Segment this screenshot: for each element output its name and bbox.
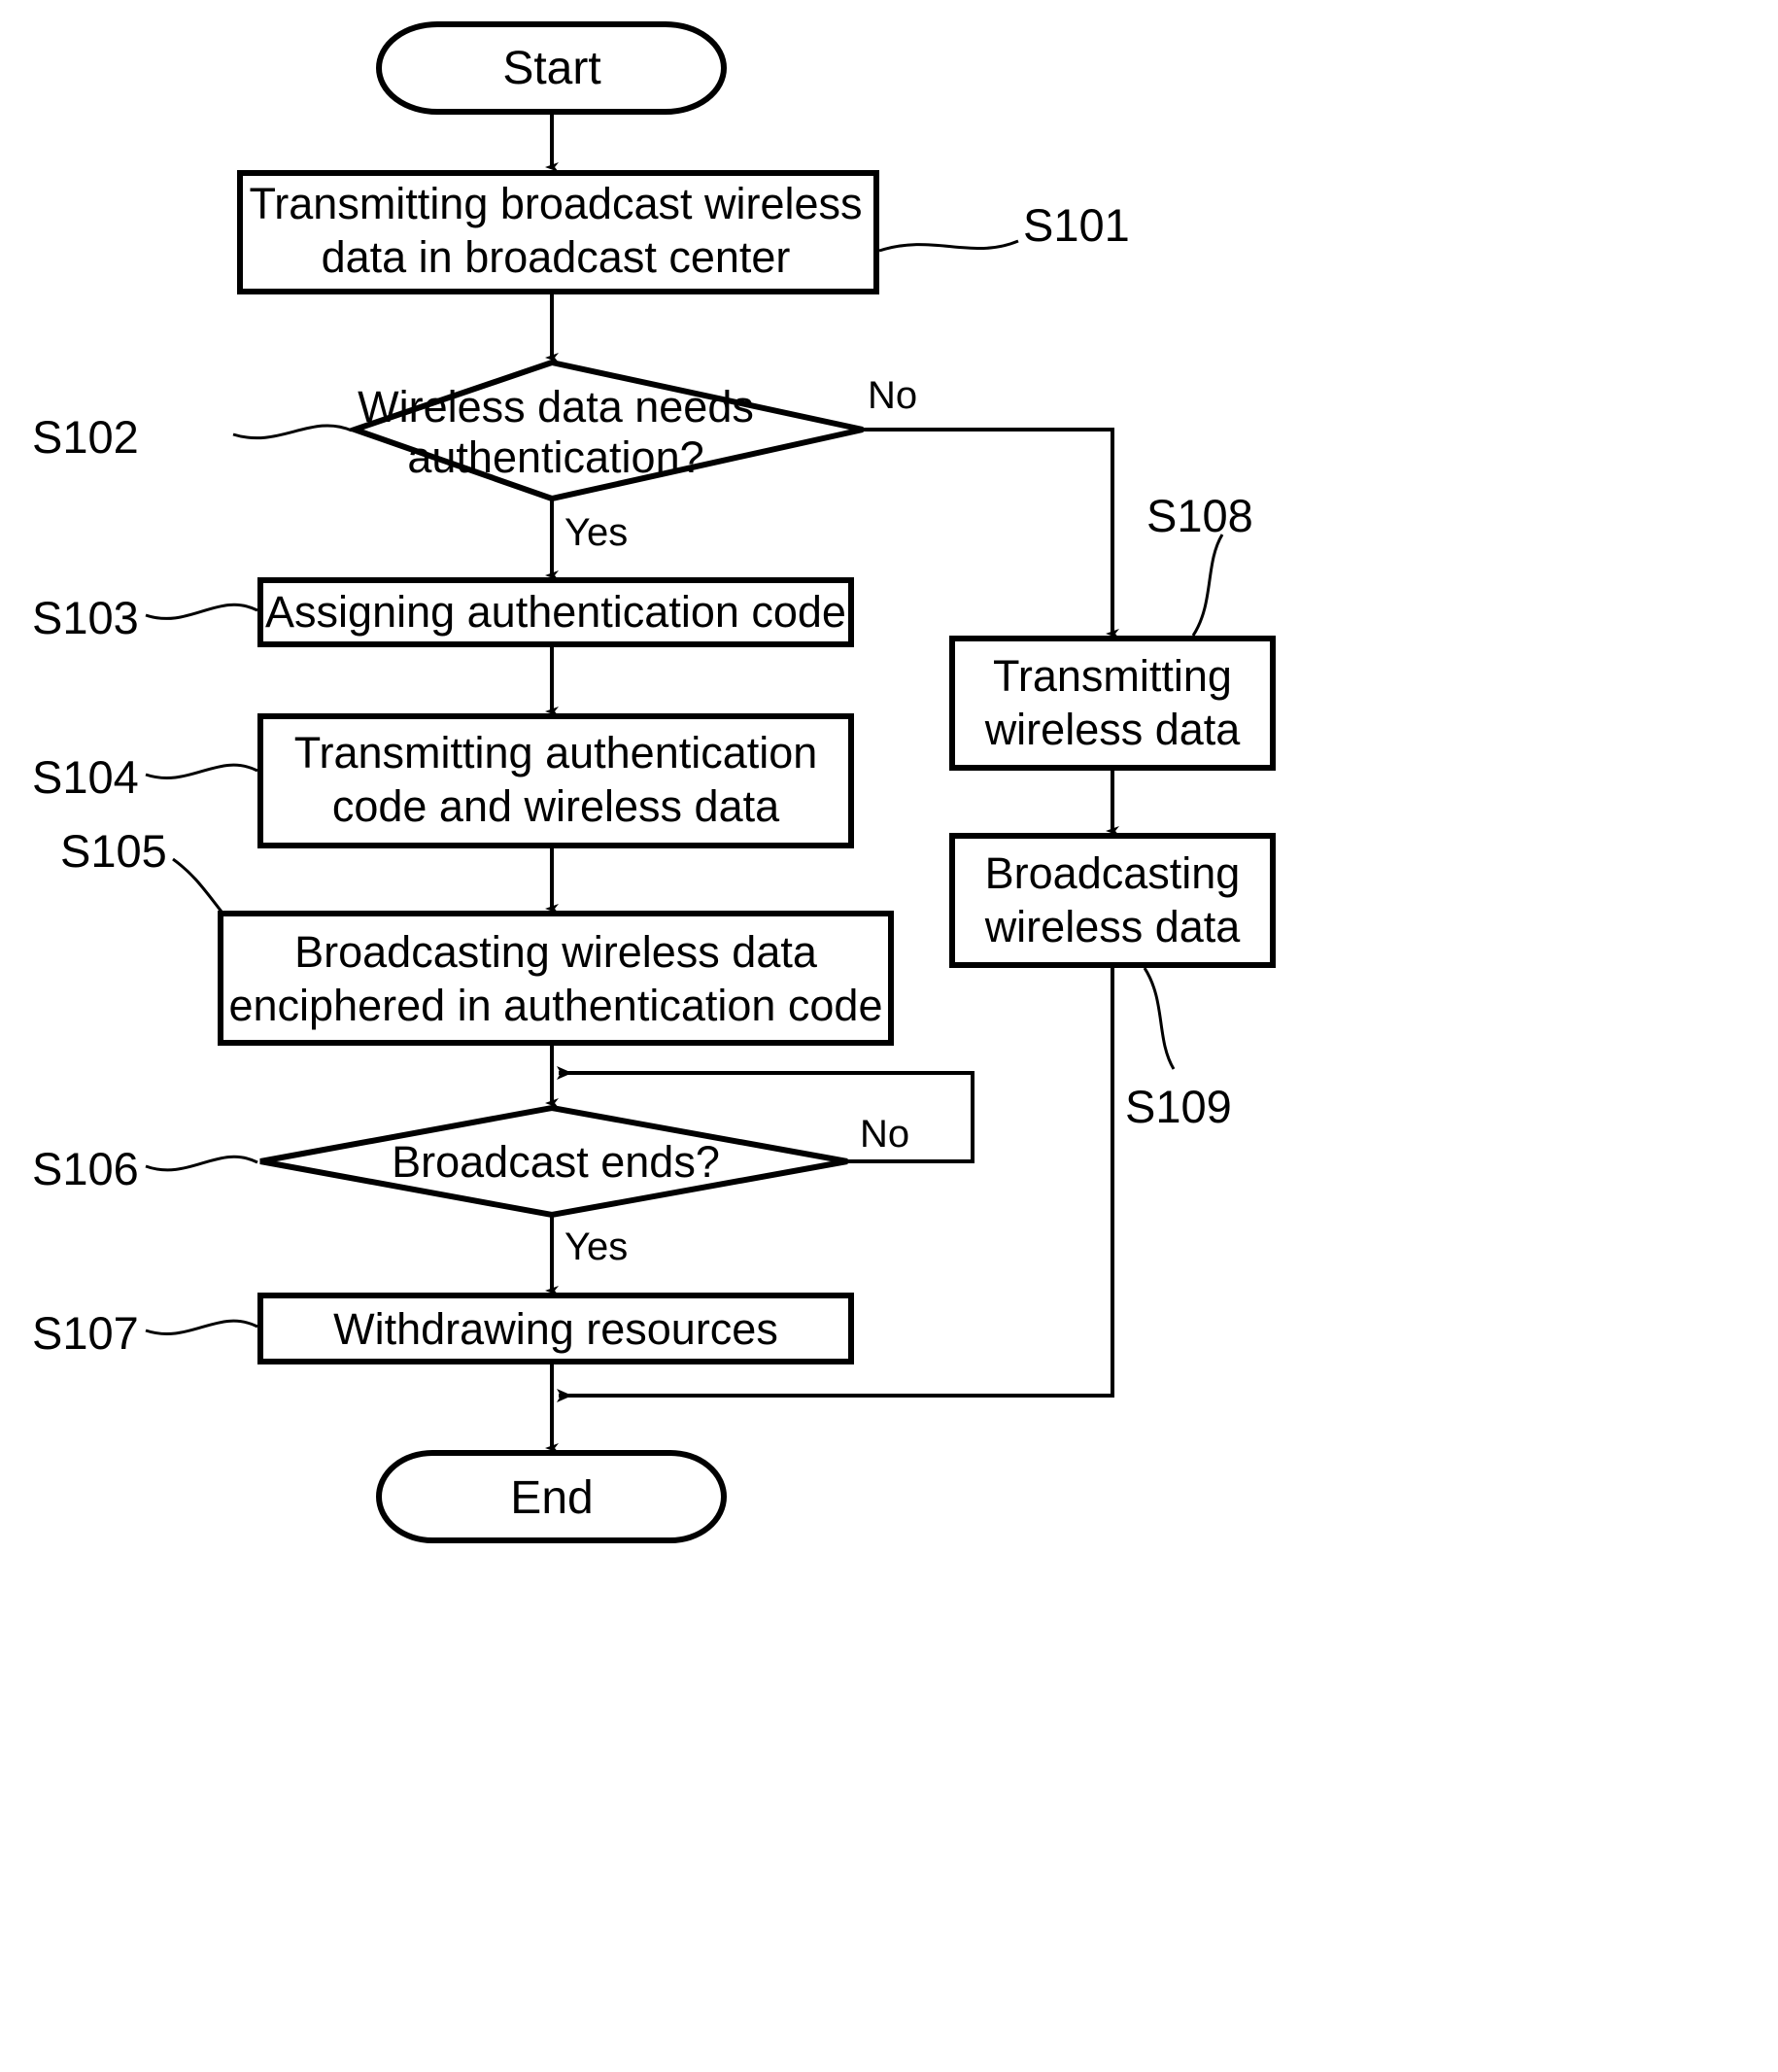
ref-s104: S104 [32,751,139,803]
leader-s105 [172,857,223,913]
s106-label-line1: Broadcast ends? [392,1137,720,1187]
leader-s108 [1191,534,1224,637]
leader-s107 [145,1319,258,1336]
s101-label-line1: Transmitting broadcast wireless [249,179,862,228]
s108-label-line1: Transmitting [993,651,1232,701]
leader-s101 [878,239,1019,253]
leader-s109 [1143,967,1176,1070]
leader-s106 [145,1155,258,1172]
s108-label-line2: wireless data [984,705,1242,754]
ref-s109: S109 [1125,1081,1232,1132]
end-label: End [510,1472,593,1524]
ref-s102: S102 [32,411,139,463]
start-label: Start [502,43,600,94]
edge-label-s106-no: No [860,1113,909,1156]
s105-label-line2: enciphered in authentication code [228,981,882,1030]
leader-s102 [232,424,353,440]
s102-label-line1: Wireless data needs [358,382,754,432]
s104-label-line1: Transmitting authentication [294,728,818,777]
s103-label-line1: Assigning authentication code [265,587,846,637]
edge-label-s102-no: No [868,374,917,417]
ref-s106: S106 [32,1143,139,1194]
s101-label-line2: data in broadcast center [322,232,791,282]
leader-s104 [145,763,258,780]
edge-label-s102-yes: Yes [564,511,628,554]
ref-s103: S103 [32,592,139,643]
ref-s107: S107 [32,1307,139,1359]
ref-s101: S101 [1023,199,1130,251]
flowchart-canvas: Start Transmitting broadcast wireless da… [32,21,1276,1543]
s109-label-line1: Broadcasting [985,848,1241,898]
flowchart-diagram: Start Transmitting broadcast wireless da… [0,0,1778,2072]
s105-label-line1: Broadcasting wireless data [294,927,818,977]
edge-label-s106-yes: Yes [564,1226,628,1268]
s109-label-line2: wireless data [984,902,1242,951]
ref-s105: S105 [60,825,167,877]
leader-s103 [145,603,258,620]
s102-label-line2: authentication? [407,432,703,482]
edge-s102-no-to-s108 [863,428,1119,639]
s104-label-line2: code and wireless data [332,781,780,831]
ref-s108: S108 [1146,490,1253,541]
s107-label-line1: Withdrawing resources [333,1304,778,1354]
